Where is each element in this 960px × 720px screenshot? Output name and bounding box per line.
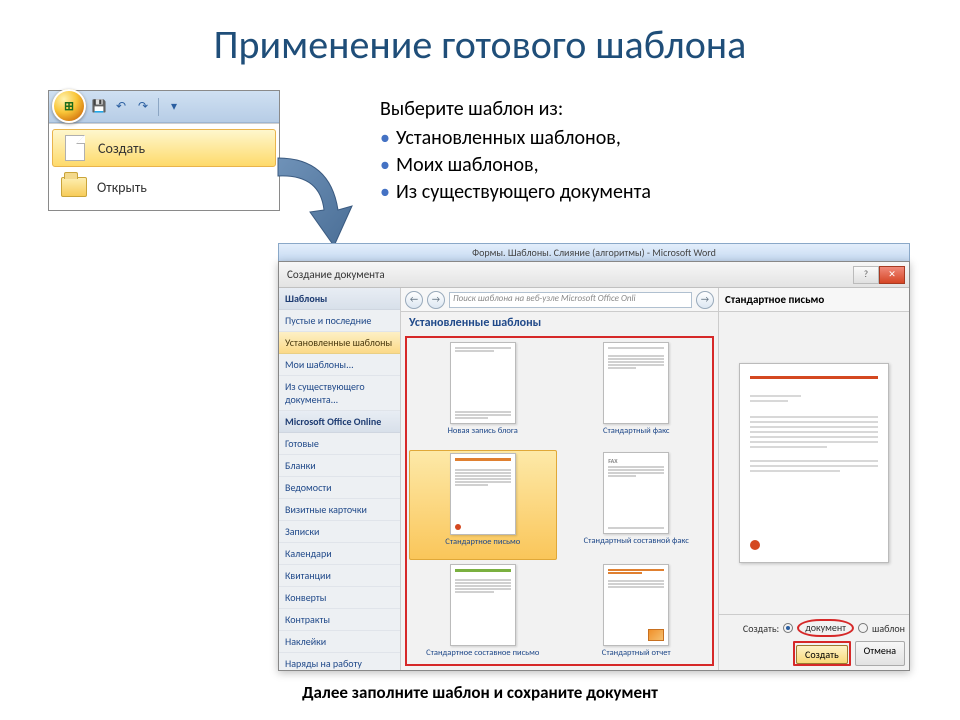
radio-template[interactable]: [858, 623, 868, 633]
template-sidebar: Шаблоны Пустые и последние Установленные…: [279, 288, 401, 670]
office-menu-snippet: ⊞ 💾 ↶ ↷ ▾ Создать Открыть: [48, 90, 280, 211]
office-button[interactable]: ⊞: [52, 89, 86, 123]
search-input[interactable]: Поиск шаблона на веб-узле Microsoft Offi…: [449, 292, 692, 308]
search-go-icon[interactable]: →: [696, 291, 714, 309]
nav-back-icon[interactable]: ←: [405, 291, 423, 309]
bullet-item: Моих шаблонов,: [380, 152, 651, 179]
menu-create-label: Создать: [98, 140, 145, 157]
redo-icon[interactable]: ↷: [134, 98, 152, 116]
folder-open-icon: [61, 172, 87, 202]
close-icon[interactable]: ✕: [879, 266, 905, 284]
create-button-highlight: Создать: [793, 641, 851, 666]
radio-document-label: документ: [797, 619, 854, 637]
template-thumb-selected[interactable]: Стандартное письмо: [409, 450, 557, 560]
gallery-heading: Установленные шаблоны: [401, 312, 718, 334]
menu-open[interactable]: Открыть: [51, 168, 277, 206]
preview-page: [739, 363, 889, 563]
cancel-button[interactable]: Отмена: [855, 641, 905, 666]
create-button[interactable]: Создать: [796, 645, 848, 664]
save-icon[interactable]: 💾: [90, 98, 108, 116]
sidebar-item[interactable]: Календари: [279, 543, 400, 565]
sidebar-item[interactable]: Бланки: [279, 455, 400, 477]
template-gallery-pane: ← → Поиск шаблона на веб-узле Microsoft …: [401, 288, 719, 670]
radio-template-label: шаблон: [872, 622, 905, 635]
separator: [158, 98, 159, 116]
menu-create[interactable]: Создать: [52, 129, 276, 167]
new-document-dialog: Формы. Шаблоны. Слияние (алгоритмы) - Mi…: [278, 243, 910, 671]
template-thumb[interactable]: FAX Стандартный составной факс: [563, 450, 711, 560]
slide-title: Применение готового шаблона: [0, 0, 960, 84]
nav-forward-icon[interactable]: →: [427, 291, 445, 309]
instructions: Выберите шаблон из: Установленных шаблон…: [380, 96, 651, 206]
new-document-icon: [62, 133, 88, 163]
template-thumb[interactable]: Стандартный факс: [563, 340, 711, 448]
dialog-title: Создание документа: [287, 268, 385, 281]
menu-open-label: Открыть: [97, 179, 147, 196]
word-titlebar: Формы. Шаблоны. Слияние (алгоритмы) - Mi…: [278, 243, 910, 261]
undo-icon[interactable]: ↶: [112, 98, 130, 116]
create-as-row: Создать: документ шаблон: [743, 619, 905, 637]
template-thumb[interactable]: Стандартный отчет: [563, 562, 711, 666]
template-thumb[interactable]: Стандартное составное письмо: [409, 562, 557, 666]
quick-access-toolbar: ⊞ 💾 ↶ ↷ ▾: [49, 91, 279, 123]
sidebar-item[interactable]: Записки: [279, 521, 400, 543]
footer-instruction: Далее заполните шаблон и сохраните докум…: [0, 682, 960, 703]
sidebar-item[interactable]: Мои шаблоны...: [279, 354, 400, 376]
sidebar-item[interactable]: Визитные карточки: [279, 499, 400, 521]
template-thumb[interactable]: Новая запись блога: [409, 340, 557, 448]
sidebar-item[interactable]: Готовые: [279, 433, 400, 455]
sidebar-item[interactable]: Из существующего документа...: [279, 376, 400, 411]
sidebar-heading: Шаблоны: [279, 288, 400, 310]
help-icon[interactable]: ?: [853, 266, 879, 284]
instructions-lead: Выберите шаблон из:: [380, 96, 651, 123]
gallery-highlight: Новая запись блога Стандартный факс Стан…: [405, 336, 714, 666]
sidebar-item[interactable]: Квитанции: [279, 565, 400, 587]
dialog-titlebar: Создание документа ? ✕: [279, 262, 909, 288]
qat-dropdown-icon[interactable]: ▾: [165, 98, 183, 116]
sidebar-item[interactable]: Наклейки: [279, 631, 400, 653]
bullet-item: Из существующего документа: [380, 179, 651, 206]
preview-title: Стандартное письмо: [719, 288, 909, 312]
bullet-item: Установленных шаблонов,: [380, 125, 651, 152]
sidebar-item[interactable]: Ведомости: [279, 477, 400, 499]
sidebar-heading: Microsoft Office Online: [279, 411, 400, 433]
radio-document[interactable]: [783, 623, 793, 633]
template-preview-pane: Стандартное письмо: [719, 288, 909, 670]
sidebar-item[interactable]: Контракты: [279, 609, 400, 631]
sidebar-item-installed[interactable]: Установленные шаблоны: [279, 332, 400, 354]
sidebar-item[interactable]: Конверты: [279, 587, 400, 609]
sidebar-item[interactable]: Наряды на работу: [279, 653, 400, 670]
sidebar-item[interactable]: Пустые и последние: [279, 310, 400, 332]
